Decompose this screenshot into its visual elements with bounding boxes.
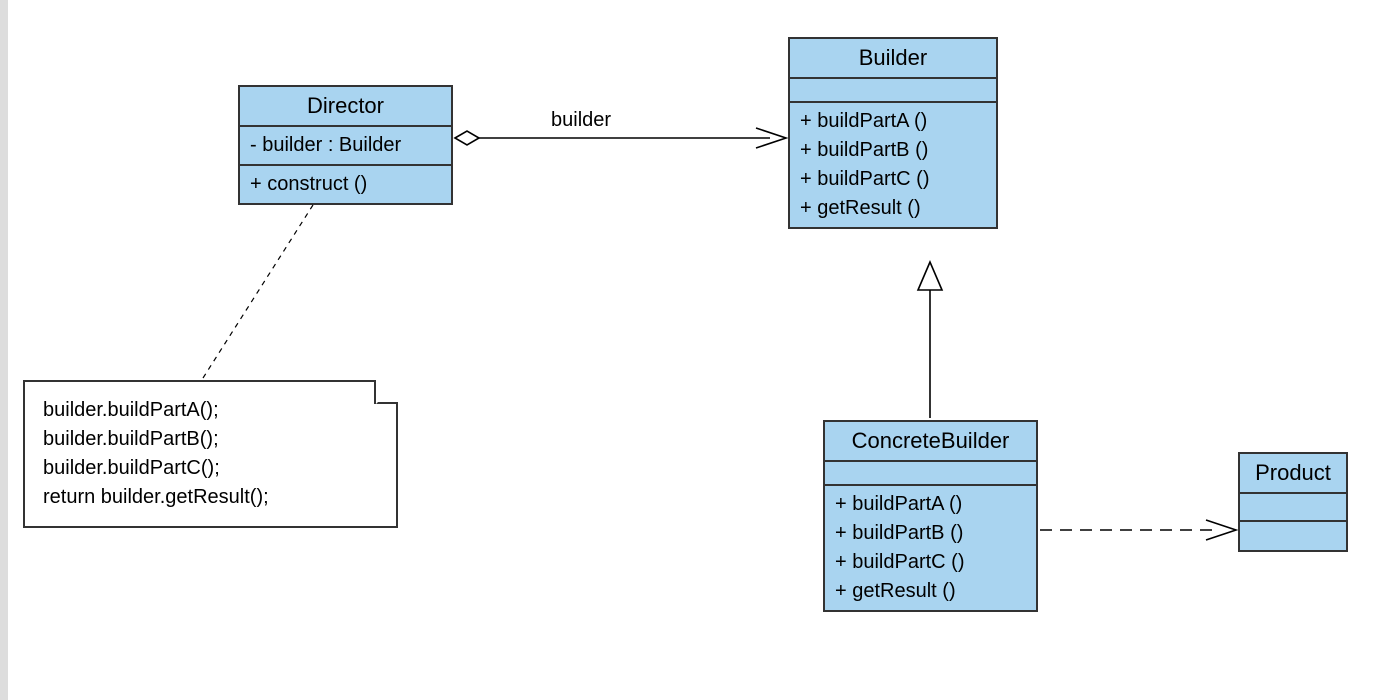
director-title: Director (240, 87, 451, 127)
edge-concrete-builder-to-builder (918, 262, 942, 418)
concrete-builder-operations: + buildPartA () + buildPartB () + buildP… (825, 486, 1036, 610)
concrete-builder-title: ConcreteBuilder (825, 422, 1036, 462)
concrete-builder-attributes (825, 462, 1036, 486)
builder-op-1: + buildPartB () (800, 136, 986, 165)
builder-attributes (790, 79, 996, 103)
concrete-builder-op-3: + getResult () (835, 577, 1026, 606)
note-line-0: builder.buildPartA(); (43, 396, 378, 425)
edge-note-to-construct (203, 205, 313, 378)
product-title: Product (1240, 454, 1346, 494)
builder-title: Builder (790, 39, 996, 79)
product-attributes (1240, 494, 1346, 522)
edge-concrete-builder-to-product (1040, 520, 1236, 540)
director-op-0: + construct () (250, 170, 441, 199)
note-line-1: builder.buildPartB(); (43, 425, 378, 454)
note-line-2: builder.buildPartC(); (43, 454, 378, 483)
note-line-3: return builder.getResult(); (43, 483, 378, 512)
note-corner-icon (374, 380, 398, 404)
builder-op-2: + buildPartC () (800, 165, 986, 194)
builder-operations: + buildPartA () + buildPartB () + buildP… (790, 103, 996, 227)
uml-class-concrete-builder: ConcreteBuilder + buildPartA () + buildP… (823, 420, 1038, 612)
edge-director-to-builder (455, 128, 786, 148)
edge-label-builder: builder (551, 109, 611, 132)
concrete-builder-op-2: + buildPartC () (835, 548, 1026, 577)
concrete-builder-op-1: + buildPartB () (835, 519, 1026, 548)
uml-class-builder: Builder + buildPartA () + buildPartB () … (788, 37, 998, 229)
uml-class-director: Director - builder : Builder + construct… (238, 85, 453, 205)
concrete-builder-op-0: + buildPartA () (835, 490, 1026, 519)
director-attributes: - builder : Builder (240, 127, 451, 166)
builder-op-3: + getResult () (800, 194, 986, 223)
director-operations: + construct () (240, 166, 451, 203)
uml-class-product: Product (1238, 452, 1348, 552)
builder-op-0: + buildPartA () (800, 107, 986, 136)
note-construct-body: builder.buildPartA(); builder.buildPartB… (23, 380, 398, 528)
diagram-connectors (8, 0, 1394, 700)
product-operations (1240, 522, 1346, 550)
director-attr-0: - builder : Builder (250, 131, 441, 160)
